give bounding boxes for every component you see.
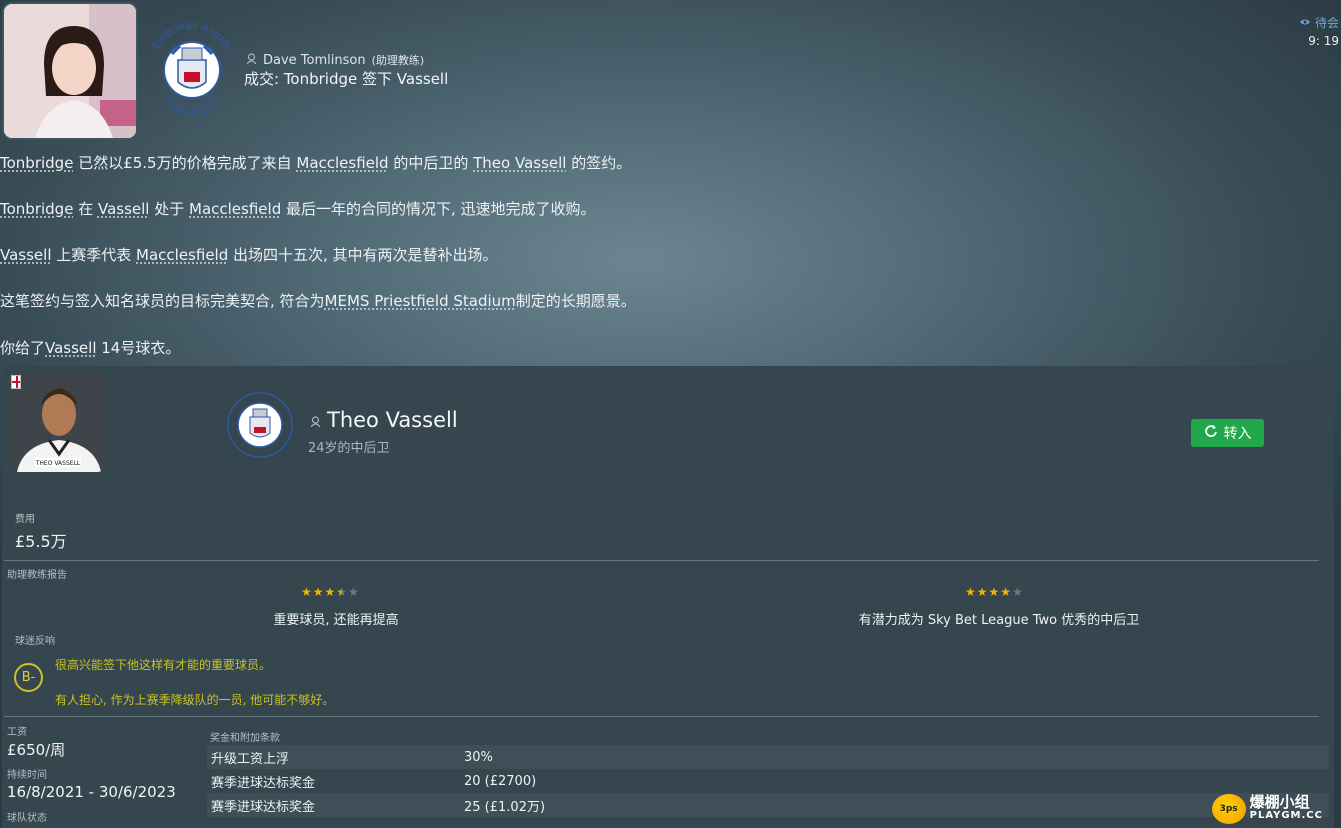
player-link[interactable]: Vassell bbox=[0, 246, 51, 264]
text: 出场四十五次, 其中有两次是替补出场。 bbox=[228, 246, 498, 264]
body-paragraph-5: 你给了Vassell 14号球衣。 bbox=[0, 337, 180, 358]
news-headline: 成交: Tonbridge 签下 Vassell bbox=[244, 70, 449, 88]
star-icon: ★ bbox=[1012, 585, 1023, 599]
divider bbox=[4, 716, 1319, 717]
current-ability-stars: ★ ★ ★ ★ ★ bbox=[301, 586, 359, 598]
refresh-icon bbox=[1204, 424, 1218, 442]
transfer-in-label: 转入 bbox=[1223, 426, 1252, 442]
potential-ability-stars: ★ ★ ★ ★ ★ bbox=[965, 586, 1023, 598]
player-link[interactable]: Vassell bbox=[98, 200, 149, 218]
text: 上赛季代表 bbox=[51, 246, 137, 264]
watermark-line-1: 爆棚小组 bbox=[1249, 793, 1310, 811]
bonus-table: 升级工资上浮 30% 赛季进球达标奖金 20 (£2700) 赛季进球达标奖金 … bbox=[207, 745, 1329, 817]
player-subtitle: 24岁的中后卫 bbox=[308, 441, 390, 456]
star-icon: ★ bbox=[336, 585, 348, 599]
message-time: 9: 19 bbox=[1308, 34, 1339, 48]
body-paragraph-4: 这笔签约与签入知名球员的目标完美契合, 符合为MEMS Priestfield … bbox=[0, 290, 636, 311]
sender-name[interactable]: Dave Tomlinson bbox=[263, 53, 366, 68]
watermark-line-2: PLAYGM.CC bbox=[1249, 810, 1323, 821]
club-link[interactable]: Macclesfield bbox=[136, 246, 228, 264]
fan-reaction-positive: 很高兴能签下他这样有才能的重要球员。 bbox=[55, 658, 272, 672]
bonus-value: 30% bbox=[464, 749, 493, 765]
bonus-name: 赛季进球达标奖金 bbox=[211, 775, 316, 791]
fan-reaction-concern: 有人担心, 作为上赛季降级队的一员, 他可能不够好。 bbox=[55, 693, 335, 707]
club-link[interactable]: Macclesfield bbox=[189, 200, 281, 218]
bonus-value: 20 (£2700) bbox=[464, 773, 537, 789]
wage-value: £650/周 bbox=[7, 741, 66, 759]
later-tag-label: 待会 bbox=[1314, 16, 1339, 30]
body-paragraph-1: Tonbridge 已然以£5.5万的价格完成了来自 Macclesfield … bbox=[0, 152, 631, 173]
club-link[interactable]: Macclesfield bbox=[296, 154, 388, 172]
svg-text:Football Club: Football Club bbox=[162, 96, 222, 119]
star-icon: ★ bbox=[324, 585, 336, 599]
transfer-in-button[interactable]: 转入 bbox=[1191, 419, 1264, 447]
fee-label: 费用 bbox=[15, 514, 35, 525]
bonus-name: 升级工资上浮 bbox=[211, 751, 290, 767]
watermark-text: 爆棚小组 PLAYGM.CC bbox=[1250, 795, 1323, 823]
table-row: 升级工资上浮 30% bbox=[207, 745, 1329, 769]
text: 的签约。 bbox=[566, 154, 632, 172]
later-tag[interactable]: 待会 bbox=[1299, 14, 1341, 32]
squad-status-label: 球队状态 bbox=[7, 813, 47, 824]
sender-line: Dave Tomlinson (助理教练) bbox=[246, 52, 424, 68]
club-link[interactable]: Tonbridge bbox=[0, 200, 73, 218]
site-watermark: 3ps 爆棚小组 PLAYGM.CC bbox=[1211, 794, 1323, 824]
star-icon: ★ bbox=[976, 585, 988, 599]
current-ability-text: 重要球员, 还能再提高 bbox=[273, 613, 399, 628]
duration-value: 16/8/2021 - 30/6/2023 bbox=[7, 783, 176, 801]
table-row: 赛季进球达标奖金 20 (£2700) bbox=[207, 769, 1329, 793]
body-paragraph-3: Vassell 上赛季代表 Macclesfield 出场四十五次, 其中有两次… bbox=[0, 244, 498, 265]
svg-text:THEO VASSELL: THEO VASSELL bbox=[35, 460, 81, 467]
person-icon bbox=[310, 408, 321, 432]
england-flag-icon bbox=[11, 375, 21, 389]
star-icon: ★ bbox=[1000, 585, 1012, 599]
bonuses-label: 奖金和附加条款 bbox=[210, 733, 280, 744]
player-name[interactable]: Theo Vassell bbox=[310, 408, 458, 432]
stadium-link[interactable]: MEMS Priestfield Stadium bbox=[325, 292, 516, 310]
table-row: 赛季进球达标奖金 25 (£1.02万) bbox=[207, 793, 1329, 817]
person-icon bbox=[246, 52, 257, 68]
player-link[interactable]: Theo Vassell bbox=[473, 154, 566, 172]
top-right-meta: 待会 9: 19 bbox=[1299, 14, 1341, 50]
player-link[interactable]: Vassell bbox=[45, 339, 96, 357]
text: 你给了 bbox=[0, 339, 46, 357]
text: 的中后卫的 bbox=[388, 154, 474, 172]
potential-ability-text: 有潜力成为 Sky Bet League Two 优秀的中后卫 bbox=[858, 613, 1140, 628]
fan-reaction-label: 球迷反响 bbox=[15, 636, 55, 647]
text: 制定的长期愿景。 bbox=[515, 292, 636, 310]
club-crest-icon[interactable] bbox=[224, 383, 296, 463]
text: 处于 bbox=[149, 200, 190, 218]
divider bbox=[4, 560, 1319, 561]
wage-label: 工资 bbox=[7, 727, 27, 738]
assistant-report-label: 助理教练报告 bbox=[7, 570, 67, 581]
star-icon: ★ bbox=[312, 585, 324, 599]
player-name-text: Theo Vassell bbox=[327, 408, 458, 432]
text: 14号球衣。 bbox=[96, 339, 181, 357]
fee-value: £5.5万 bbox=[15, 532, 67, 551]
tonbridge-crest: Tonbridge Angels Football Club bbox=[142, 10, 242, 128]
duration-label: 持续时间 bbox=[7, 770, 47, 781]
player-photo[interactable]: THEO VASSELL bbox=[9, 374, 107, 472]
player-transfer-card: THEO VASSELL Theo Vassell 24岁的中后卫 转入 费用 … bbox=[2, 366, 1334, 828]
fan-grade-badge: B- bbox=[14, 663, 43, 692]
club-link[interactable]: Tonbridge bbox=[0, 154, 73, 172]
bonus-value: 25 (£1.02万) bbox=[464, 799, 546, 815]
text: 在 bbox=[73, 200, 98, 218]
text: 已然以£5.5万的价格完成了来自 bbox=[73, 154, 297, 172]
watermark-logo: 3ps bbox=[1211, 794, 1246, 824]
star-icon: ★ bbox=[988, 585, 1000, 599]
sender-role: (助理教练) bbox=[371, 54, 425, 67]
text: 最后一年的合同的情况下, 迅速地完成了收购。 bbox=[281, 200, 596, 218]
sender-avatar[interactable] bbox=[2, 2, 138, 140]
star-icon: ★ bbox=[965, 585, 976, 599]
star-icon: ★ bbox=[301, 585, 312, 599]
text: 这笔签约与签入知名球员的目标完美契合, 符合为 bbox=[0, 292, 325, 310]
body-paragraph-2: Tonbridge 在 Vassell 处于 Macclesfield 最后一年… bbox=[0, 198, 596, 219]
eye-icon bbox=[1299, 14, 1311, 32]
bonus-name: 赛季进球达标奖金 bbox=[211, 799, 316, 815]
star-icon: ★ bbox=[348, 585, 359, 599]
